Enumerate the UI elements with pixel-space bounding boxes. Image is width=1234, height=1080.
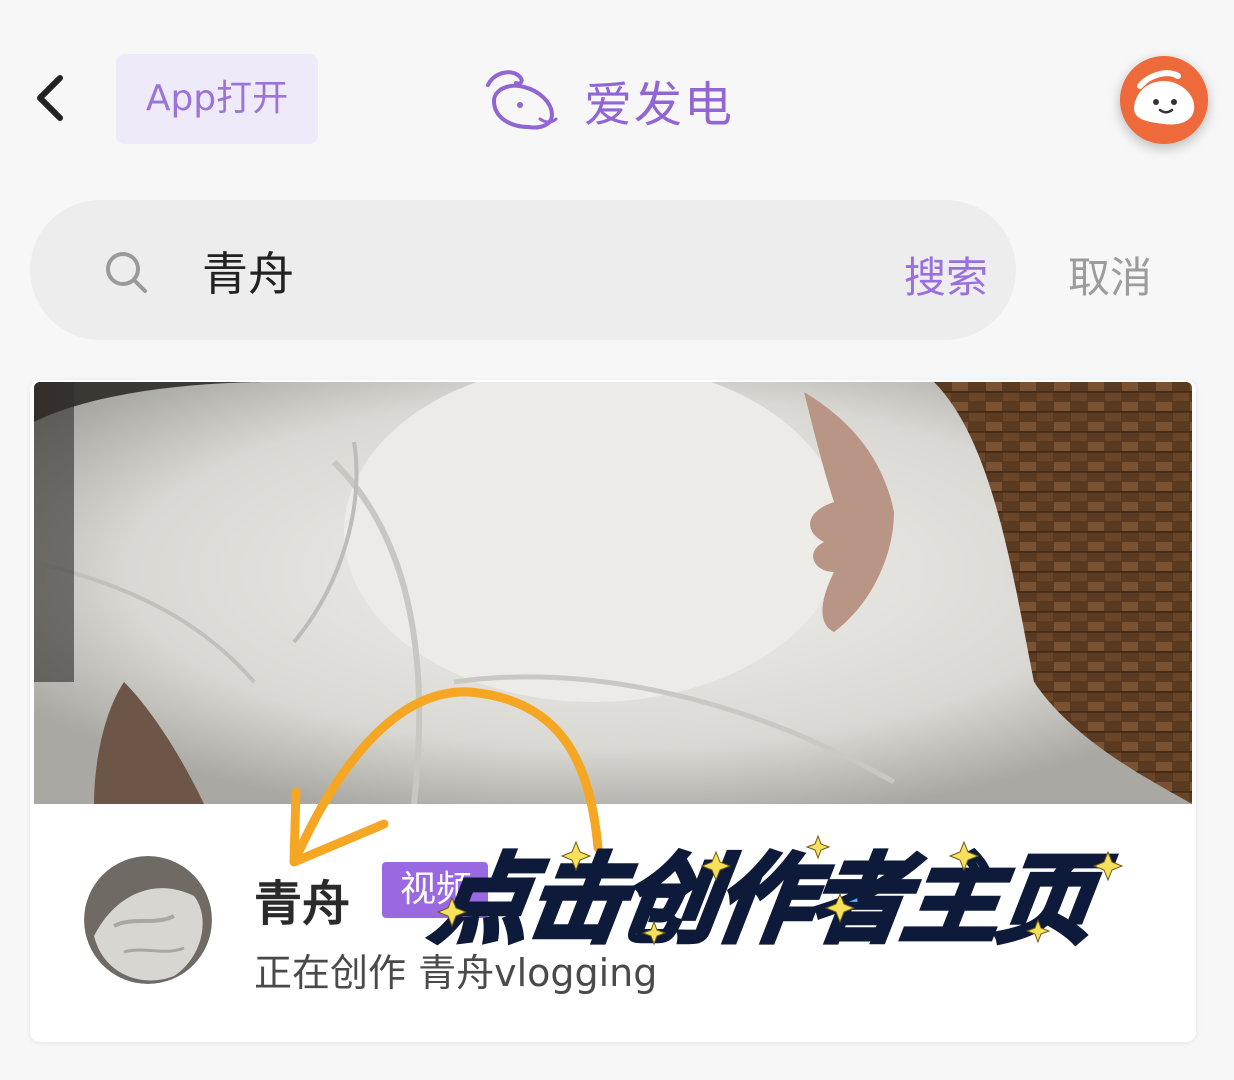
back-button[interactable] — [30, 70, 70, 130]
creator-avatar[interactable] — [84, 856, 212, 984]
creator-name[interactable]: 青舟 — [254, 864, 350, 934]
top-header: App打开 爱发电 — [0, 0, 1234, 190]
cancel-button[interactable]: 取消 — [1068, 244, 1152, 305]
search-bar: 搜索 — [30, 200, 1016, 340]
open-app-button[interactable]: App打开 — [116, 54, 318, 144]
search-input[interactable] — [200, 240, 854, 302]
brand-name: 爱发电 — [584, 77, 735, 133]
annotation-caption: 点击创作者主页 — [424, 842, 1103, 959]
user-avatar[interactable] — [1120, 56, 1208, 144]
search-button[interactable]: 搜索 — [904, 244, 988, 305]
brand: 爱发电 — [480, 60, 734, 140]
cover-image — [34, 382, 1192, 804]
brand-logo-icon — [486, 70, 558, 130]
back-icon — [37, 75, 63, 121]
user-avatar-icon — [1120, 56, 1208, 144]
search-icon — [106, 252, 147, 293]
